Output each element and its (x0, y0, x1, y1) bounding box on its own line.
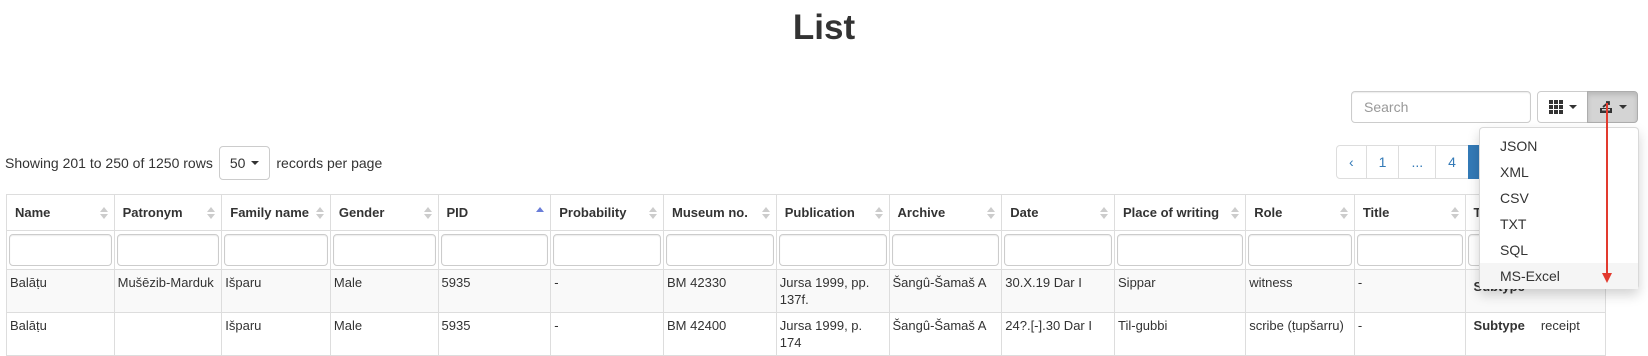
filter-input-title[interactable] (1356, 234, 1463, 266)
sort-icon (207, 207, 216, 219)
filter-input-name[interactable] (9, 234, 112, 266)
filter-input-pid[interactable] (440, 234, 549, 266)
cell-name: Balāṭu (6, 269, 115, 313)
showing-rows-text: Showing 201 to 250 of 1250 rows (5, 154, 213, 171)
chevron-down-icon (1618, 105, 1627, 109)
column-header-name[interactable]: Name (6, 194, 115, 231)
cell-pid: 5935 (437, 312, 552, 356)
cell-publication: Jursa 1999, pp. 137f. (775, 269, 890, 313)
sort-icon (423, 207, 432, 219)
column-header-probability[interactable]: Probability (550, 194, 665, 231)
sort-icon (1339, 207, 1348, 219)
grid-icon (1548, 100, 1563, 114)
cell-patronym: Mušēzib-Marduk (113, 269, 223, 313)
column-header-patronym[interactable]: Patronym (113, 194, 223, 231)
cell-date: 30.X.19 Dar I (1001, 269, 1116, 313)
cell-probability: - (550, 312, 665, 356)
sort-icon (1231, 207, 1240, 219)
sort-icon (1100, 207, 1109, 219)
cell-role: witness (1245, 269, 1355, 313)
cell-place-of-writing: Sippar (1114, 269, 1247, 313)
export-option-ms-excel[interactable]: MS-Excel (1480, 263, 1638, 289)
column-header-pid[interactable]: PID (437, 194, 552, 231)
sort-icon (315, 207, 324, 219)
cell-probability: - (550, 269, 665, 313)
pagination-ellipsis: ... (1398, 145, 1437, 179)
sort-icon (1450, 207, 1459, 219)
column-header-role[interactable]: Role (1245, 194, 1355, 231)
page-size-value: 50 (229, 154, 246, 171)
sort-icon (99, 207, 108, 219)
filter-input-date[interactable] (1004, 234, 1113, 266)
table-row: Balāṭu Išparu Male 5935 - BM 42400 Jursa… (6, 312, 1607, 356)
column-header-museum-no[interactable]: Museum no. (663, 194, 777, 231)
export-option-json[interactable]: JSON (1480, 133, 1638, 159)
cell-title: - (1353, 312, 1466, 356)
pagination-info: Showing 201 to 250 of 1250 rows 50 recor… (5, 145, 382, 180)
records-table: Name Patronym Family name Gender PID Pro… (6, 194, 1607, 356)
export-option-txt[interactable]: TXT (1480, 211, 1638, 237)
cell-family-name: Išparu (221, 312, 331, 356)
cell-role: scribe (ṭupšarru) (1245, 312, 1355, 356)
table-row: Balāṭu Mušēzib-Marduk Išparu Male 5935 -… (6, 269, 1607, 313)
cell-type: Subtype receipt (1464, 312, 1607, 356)
pagination-page[interactable]: 4 (1435, 145, 1469, 179)
export-button[interactable] (1587, 91, 1638, 123)
column-header-date[interactable]: Date (1001, 194, 1116, 231)
cell-date: 24?.[-].30 Dar I (1001, 312, 1116, 356)
filter-input-place-of-writing[interactable] (1117, 234, 1244, 266)
filter-input-publication[interactable] (778, 234, 887, 266)
filter-input-archive[interactable] (891, 234, 1000, 266)
filter-input-museum-no[interactable] (666, 234, 774, 266)
column-header-family-name[interactable]: Family name (221, 194, 331, 231)
columns-toggle-button[interactable] (1537, 91, 1588, 123)
cell-family-name: Išparu (221, 269, 331, 313)
sort-ascending-icon (536, 207, 545, 219)
export-option-csv[interactable]: CSV (1480, 185, 1638, 211)
export-icon (1599, 100, 1612, 113)
sort-icon (649, 207, 658, 219)
export-dropdown-menu: JSON XML CSV TXT SQL MS-Excel (1479, 127, 1639, 289)
column-header-title[interactable]: Title (1353, 194, 1466, 231)
pagination-prev[interactable]: ‹ (1336, 145, 1367, 179)
column-header-place-of-writing[interactable]: Place of writing (1114, 194, 1247, 231)
page-size-dropdown[interactable]: 50 (218, 145, 271, 180)
cell-name: Balāṭu (6, 312, 115, 356)
pagination-page[interactable]: 1 (1365, 145, 1400, 179)
records-per-page-text: records per page (276, 154, 383, 171)
sort-icon (987, 207, 996, 219)
cell-gender: Male (329, 312, 439, 356)
cell-patronym (113, 312, 223, 356)
subtype-label: Subtype (1473, 318, 1525, 333)
cell-publication: Jursa 1999, p. 174 (775, 312, 890, 356)
filter-input-role[interactable] (1248, 234, 1352, 266)
search-input[interactable] (1351, 91, 1531, 123)
filter-input-patronym[interactable] (116, 234, 220, 266)
cell-pid: 5935 (437, 269, 552, 313)
chevron-down-icon (1568, 105, 1577, 109)
sort-icon (761, 207, 770, 219)
column-header-gender[interactable]: Gender (329, 194, 439, 231)
cell-archive: Šangû-Šamaš A (888, 269, 1003, 313)
page-title: List (792, 8, 856, 47)
cell-archive: Šangû-Šamaš A (888, 312, 1003, 356)
column-header-publication[interactable]: Publication (775, 194, 890, 231)
export-option-xml[interactable]: XML (1480, 159, 1638, 185)
cell-place-of-writing: Til-gubbi (1114, 312, 1247, 356)
subtype-value: receipt (1540, 318, 1580, 333)
filter-input-probability[interactable] (553, 234, 662, 266)
cell-museum-no: BM 42330 (663, 269, 777, 313)
filter-input-family-name[interactable] (224, 234, 328, 266)
cell-gender: Male (329, 269, 439, 313)
column-header-archive[interactable]: Archive (888, 194, 1003, 231)
chevron-down-icon (251, 160, 260, 165)
export-option-sql[interactable]: SQL (1480, 237, 1638, 263)
filter-input-gender[interactable] (332, 234, 436, 266)
cell-museum-no: BM 42400 (663, 312, 777, 356)
sort-icon (874, 207, 883, 219)
cell-title: - (1353, 269, 1466, 313)
